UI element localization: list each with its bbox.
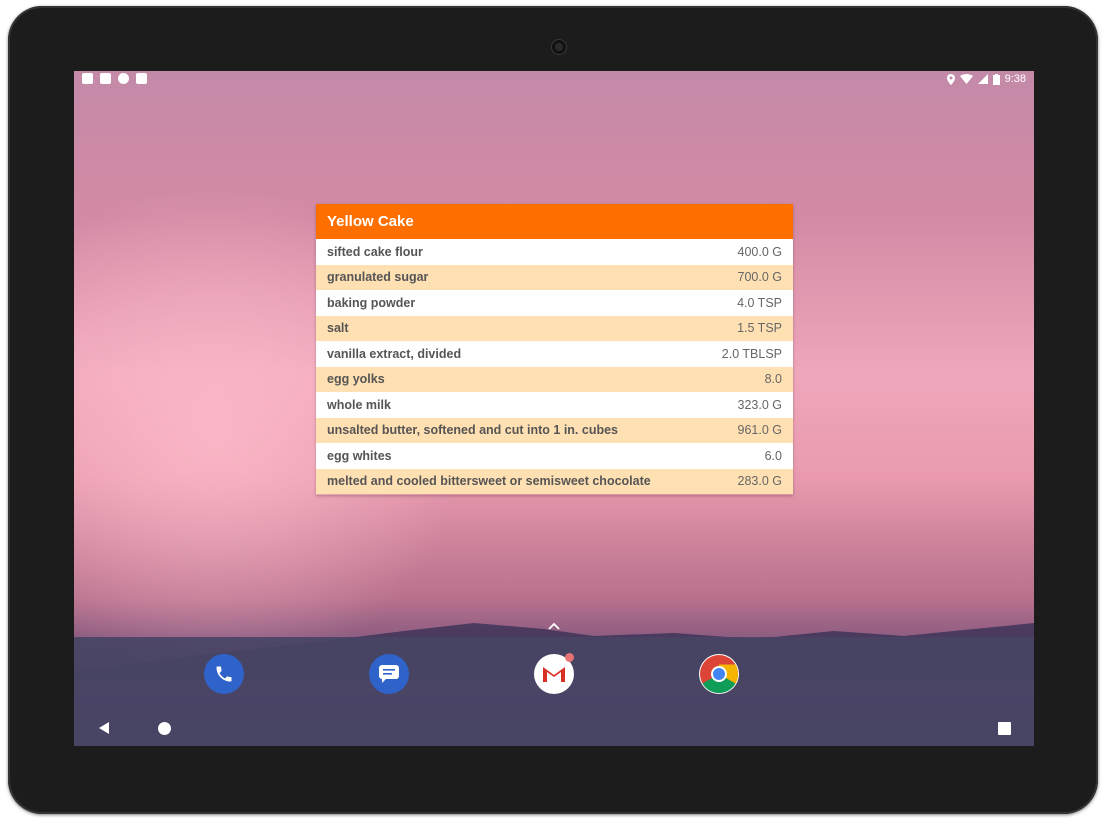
ingredient-quantity: 283.0 G	[737, 474, 782, 489]
ingredient-quantity: 1.5 TSP	[737, 321, 782, 336]
ingredient-name: whole milk	[327, 397, 391, 412]
ingredient-name: egg whites	[327, 448, 392, 463]
ingredient-row[interactable]: melted and cooled bittersweet or semiswe…	[316, 468, 793, 494]
ingredient-quantity: 6.0	[764, 448, 782, 463]
chrome-app-icon[interactable]	[699, 654, 739, 694]
ingredient-quantity: 700.0 G	[737, 270, 782, 285]
gmail-app-icon[interactable]	[534, 653, 574, 694]
ingredient-quantity: 4.0 TSP	[737, 295, 782, 310]
recipe-widget[interactable]: Yellow Cake sifted cake flour 400.0 G gran…	[316, 204, 793, 495]
ingredient-row[interactable]: egg yolks 8.0	[316, 366, 793, 392]
navigation-bar	[74, 711, 1034, 746]
ingredient-name: egg yolks	[327, 372, 385, 387]
ingredient-quantity: 961.0 G	[737, 423, 782, 438]
ingredient-row[interactable]: granulated sugar 700.0 G	[316, 264, 793, 290]
ingredient-name: melted and cooled bittersweet or semiswe…	[327, 474, 651, 489]
ingredient-row[interactable]: unsalted butter, softened and cut into 1…	[316, 417, 793, 443]
ingredient-list: sifted cake flour 400.0 G granulated sugar…	[316, 239, 793, 494]
status-bar: 9:38	[74, 71, 1034, 89]
ingredient-row[interactable]: salt 1.5 TSP	[316, 315, 793, 341]
wifi-icon	[959, 74, 973, 84]
sd-card-icon	[136, 73, 147, 84]
ingredient-name: sifted cake flour	[327, 244, 423, 259]
app-drawer-chevron-icon[interactable]	[548, 617, 560, 633]
widget-title: Yellow Cake	[316, 204, 793, 239]
ingredient-name: granulated sugar	[327, 270, 429, 285]
ingredient-quantity: 400.0 G	[737, 244, 782, 259]
ingredient-name: unsalted butter, softened and cut into 1…	[327, 423, 619, 438]
gmail-notification-icon	[82, 73, 93, 84]
ingredient-row[interactable]: egg whites 6.0	[316, 443, 793, 469]
notification-dot-icon	[565, 653, 574, 662]
phone-app-icon[interactable]	[204, 654, 244, 694]
messages-app-icon[interactable]	[369, 654, 409, 694]
ingredient-row[interactable]: vanilla extract, divided 2.0 TBLSP	[316, 341, 793, 367]
ingredient-quantity: 8.0	[764, 372, 782, 387]
battery-icon	[992, 73, 1000, 85]
front-camera	[552, 40, 566, 54]
a-notification-icon	[100, 73, 111, 84]
location-icon	[946, 73, 955, 85]
ingredient-row[interactable]: sifted cake flour 400.0 G	[316, 239, 793, 265]
recents-button[interactable]	[998, 722, 1011, 740]
ingredient-name: vanilla extract, divided	[327, 346, 462, 361]
ingredient-row[interactable]: baking powder 4.0 TSP	[316, 290, 793, 316]
ingredient-quantity: 323.0 G	[737, 397, 782, 412]
ingredient-name: salt	[327, 321, 349, 336]
back-button[interactable]	[97, 721, 111, 740]
home-button[interactable]	[157, 721, 172, 741]
clock: 9:38	[1004, 73, 1026, 85]
circle-notification-icon	[118, 73, 129, 84]
ingredient-name: baking powder	[327, 295, 416, 310]
home-screen: 9:38 Yellow Cake sifted cake flour 400.0 …	[74, 71, 1034, 746]
ingredient-row[interactable]: whole milk 323.0 G	[316, 392, 793, 418]
signal-icon	[977, 74, 988, 84]
ingredient-quantity: 2.0 TBLSP	[721, 346, 782, 361]
